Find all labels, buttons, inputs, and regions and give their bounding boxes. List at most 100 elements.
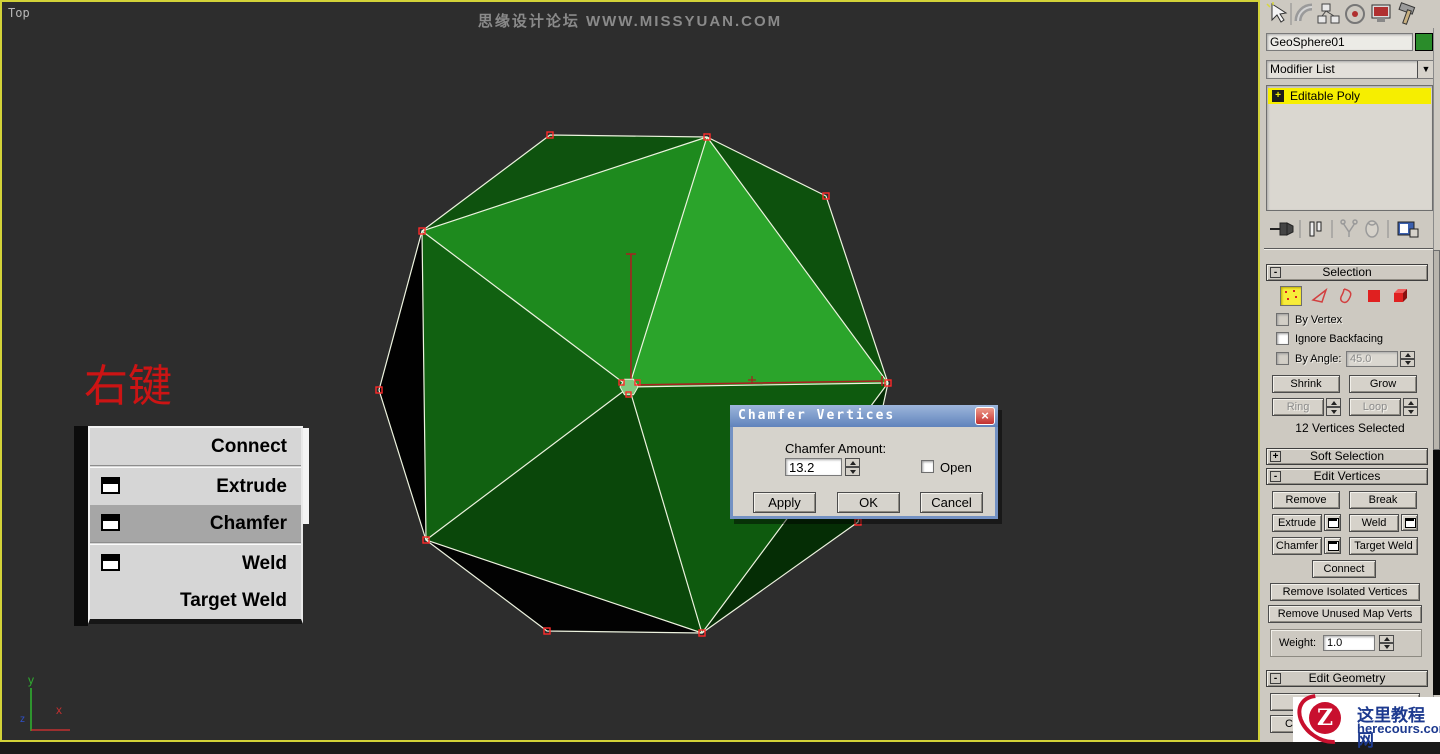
hierarchy-tab-icon[interactable]	[1318, 4, 1339, 23]
apply-button[interactable]: Apply	[753, 492, 816, 513]
pin-stack-icon[interactable]	[1270, 223, 1293, 235]
ignore-backfacing-label: Ignore Backfacing	[1295, 333, 1383, 346]
modify-tab-icon[interactable]	[1298, 7, 1312, 21]
configure-modifier-sets-icon[interactable]	[1398, 222, 1418, 237]
shrink-button[interactable]: Shrink	[1272, 375, 1340, 393]
ignore-backfacing-checkbox[interactable]	[1276, 332, 1289, 345]
menu-item-connect[interactable]: Connect	[90, 428, 301, 465]
selection-status: 12 Vertices Selected	[1270, 422, 1430, 435]
loop-button[interactable]: Loop	[1349, 398, 1401, 416]
rollout-edit-vertices[interactable]: - Edit Vertices	[1266, 468, 1428, 485]
logo-site-url: herecours.com	[1357, 721, 1440, 736]
by-angle-label: By Angle:	[1295, 353, 1341, 366]
remove-button[interactable]: Remove	[1272, 491, 1340, 509]
x-axis-label: x	[56, 703, 62, 717]
border-subobject-button[interactable]	[1336, 286, 1358, 306]
z-axis-label: z	[20, 714, 25, 725]
expand-icon[interactable]: +	[1272, 90, 1284, 102]
menu-scroll-strip	[303, 428, 309, 524]
rollout-edit-geometry[interactable]: - Edit Geometry	[1266, 670, 1428, 687]
weld-settings-button[interactable]	[1401, 514, 1418, 531]
by-angle-spinner[interactable]	[1400, 351, 1415, 367]
by-angle-checkbox[interactable]	[1276, 352, 1289, 365]
target-weld-button[interactable]: Target Weld	[1349, 537, 1418, 555]
menu-item-extrude[interactable]: Extrude	[90, 468, 301, 505]
extrude-settings-button[interactable]	[1324, 514, 1341, 531]
chamfer-settings-icon[interactable]	[101, 514, 120, 531]
edge-subobject-button[interactable]	[1309, 286, 1331, 306]
chamfer-vertices-dialog: Chamfer Vertices × Chamfer Amount: Open …	[730, 405, 998, 519]
element-subobject-button[interactable]	[1390, 286, 1412, 306]
collapse-icon[interactable]: -	[1270, 673, 1281, 684]
motion-tab-icon[interactable]	[1346, 5, 1364, 23]
extrude-button[interactable]: Extrude	[1272, 514, 1322, 532]
panel-scrollbar-thumb[interactable]	[1433, 250, 1440, 450]
collapse-icon[interactable]: -	[1270, 267, 1281, 278]
weight-spinner[interactable]	[1379, 635, 1394, 651]
by-vertex-label: By Vertex	[1295, 314, 1342, 327]
polygon-subobject-button[interactable]	[1363, 286, 1385, 306]
command-panel: 火星时代 www.hxsd.com GeoSphere01 Modifier L…	[1260, 0, 1440, 742]
border-icon	[1336, 286, 1358, 306]
display-tab-icon[interactable]	[1372, 5, 1390, 22]
chevron-down-icon[interactable]: ▼	[1417, 61, 1434, 78]
connect-button[interactable]: Connect	[1312, 560, 1376, 578]
vertex-subobject-button[interactable]	[1280, 286, 1302, 306]
ring-spinner[interactable]	[1326, 398, 1341, 416]
collapse-icon[interactable]: -	[1270, 471, 1281, 482]
close-icon[interactable]: ×	[975, 407, 995, 425]
open-checkbox[interactable]	[921, 460, 934, 473]
menu-item-target-weld[interactable]: Target Weld	[90, 582, 301, 619]
extrude-settings-icon[interactable]	[101, 477, 120, 494]
spinner-up-icon[interactable]	[845, 458, 860, 467]
logo-letter: Z	[1309, 702, 1341, 734]
chamfer-amount-spinner[interactable]	[845, 458, 860, 476]
remove-isolated-vertices-button[interactable]: Remove Isolated Vertices	[1270, 583, 1420, 601]
break-button[interactable]: Break	[1349, 491, 1417, 509]
menu-item-weld[interactable]: Weld	[90, 545, 301, 582]
grow-button[interactable]: Grow	[1349, 375, 1417, 393]
by-vertex-checkbox[interactable]	[1276, 313, 1289, 326]
weight-field[interactable]: 1.0	[1323, 635, 1375, 651]
chamfer-settings-button[interactable]	[1324, 537, 1341, 554]
ring-button[interactable]: Ring	[1272, 398, 1324, 416]
weld-button[interactable]: Weld	[1349, 514, 1399, 532]
spinner-down-icon[interactable]	[845, 467, 860, 476]
chamfer-amount-label: Chamfer Amount:	[785, 441, 886, 456]
utilities-tab-icon[interactable]	[1399, 3, 1415, 24]
modifier-stack[interactable]: + Editable Poly	[1266, 85, 1433, 211]
show-end-result-icon[interactable]	[1310, 222, 1321, 236]
weld-settings-icon[interactable]	[101, 554, 120, 571]
open-label: Open	[940, 460, 972, 475]
make-unique-icon[interactable]	[1341, 220, 1357, 237]
modifier-list-dropdown[interactable]: Modifier List ▼	[1266, 60, 1435, 79]
chamfer-button[interactable]: Chamfer	[1272, 537, 1322, 555]
object-color-swatch[interactable]	[1415, 33, 1433, 51]
menu-item-chamfer[interactable]: Chamfer	[90, 505, 301, 542]
y-axis-label: y	[28, 673, 34, 687]
expand-icon[interactable]: +	[1270, 451, 1281, 462]
command-panel-tabs	[1264, 1, 1436, 27]
viewport-top[interactable]: Top 思缘设计论坛 WWW.MISSYUAN.COM	[0, 0, 1260, 742]
geosphere-object[interactable]	[2, 2, 1258, 740]
panel-scrollbar-track[interactable]	[1433, 450, 1440, 695]
remove-unused-map-verts-button[interactable]: Remove Unused Map Verts	[1268, 605, 1422, 623]
weight-label: Weight:	[1279, 637, 1316, 650]
loop-spinner[interactable]	[1403, 398, 1418, 416]
dialog-titlebar[interactable]: Chamfer Vertices	[730, 405, 998, 427]
menu-shadow	[74, 426, 88, 626]
create-tab-icon[interactable]	[1267, 2, 1286, 22]
right-click-annotation: 右键	[84, 350, 172, 414]
chamfer-amount-input[interactable]	[785, 458, 842, 476]
weight-group: Weight: 1.0	[1270, 629, 1422, 657]
by-angle-field[interactable]: 45.0	[1346, 351, 1398, 367]
axis-tripod: y x z	[12, 670, 122, 740]
object-name-field[interactable]: GeoSphere01	[1266, 33, 1413, 51]
element-icon	[1390, 286, 1412, 306]
stack-item-editable-poly[interactable]: + Editable Poly	[1268, 88, 1431, 104]
cancel-button[interactable]: Cancel	[920, 492, 983, 513]
rollout-soft-selection[interactable]: + Soft Selection	[1266, 448, 1428, 465]
rollout-selection[interactable]: - Selection	[1266, 264, 1428, 281]
remove-modifier-icon[interactable]	[1366, 221, 1378, 237]
ok-button[interactable]: OK	[837, 492, 900, 513]
